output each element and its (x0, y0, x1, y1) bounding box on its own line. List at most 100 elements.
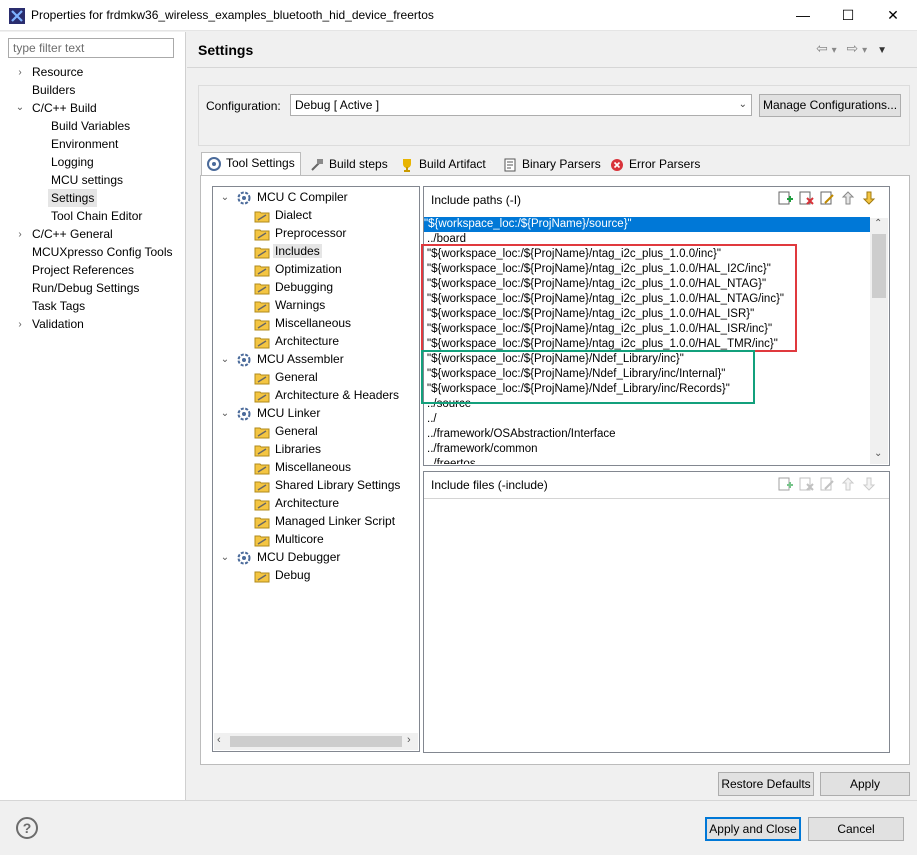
delete-icon[interactable] (798, 476, 814, 492)
nav-item-cpp-general[interactable]: C/C++ General (29, 225, 116, 243)
tree-item-libraries[interactable]: Libraries (254, 440, 323, 458)
tree-item-dialect[interactable]: Dialect (254, 206, 314, 224)
expand-chevron-icon[interactable]: › (14, 229, 26, 241)
scrollbar-thumb[interactable] (230, 736, 402, 747)
expand-chevron-icon[interactable]: › (14, 67, 26, 79)
scroll-right-icon[interactable]: › (407, 734, 411, 746)
scrollbar-thumb[interactable] (872, 234, 886, 298)
tab-build-steps[interactable]: Build steps (305, 154, 393, 175)
nav-item-mcuxpresso-config-tools[interactable]: MCUXpresso Config Tools (29, 243, 176, 261)
manage-configurations-button[interactable]: Manage Configurations... (759, 94, 901, 117)
collapse-chevron-icon[interactable]: ⌄ (14, 102, 26, 114)
edit-icon[interactable] (819, 476, 835, 492)
pane-header-divider (424, 498, 889, 499)
minimize-button[interactable]: — (780, 0, 826, 31)
nav-item-validation[interactable]: Validation (29, 315, 87, 333)
scroll-down-icon[interactable]: ⌄ (874, 448, 882, 459)
add-icon[interactable] (777, 190, 793, 206)
maximize-button[interactable]: ☐ (825, 0, 871, 31)
collapse-chevron-icon[interactable]: ⌄ (219, 192, 231, 204)
close-button[interactable]: ✕ (870, 0, 916, 31)
tree-item-mcu-debugger[interactable]: MCU Debugger (236, 548, 342, 566)
tree-item-architecture-headers[interactable]: Architecture & Headers (254, 386, 401, 404)
nav-item-project-references[interactable]: Project References (29, 261, 137, 279)
configuration-select[interactable]: Debug [ Active ] ⌄ (290, 94, 752, 116)
include-path-item[interactable]: ../framework/common (427, 442, 542, 457)
move-down-icon[interactable] (861, 190, 877, 206)
tree-item-miscellaneous[interactable]: Miscellaneous (254, 314, 353, 332)
tree-item-mcu-c-compiler[interactable]: MCU C Compiler (236, 188, 350, 206)
tree-item-debugging[interactable]: Debugging (254, 278, 335, 296)
apply-button[interactable]: Apply (820, 772, 910, 796)
tree-item-architecture[interactable]: Architecture (254, 332, 341, 350)
nav-item-environment[interactable]: Environment (48, 135, 121, 153)
help-icon[interactable]: ? (16, 817, 38, 839)
move-up-icon[interactable] (840, 476, 856, 492)
tree-item-optimization[interactable]: Optimization (254, 260, 344, 278)
nav-item-settings[interactable]: Settings (48, 189, 98, 207)
apply-and-close-button[interactable]: Apply and Close (705, 817, 801, 841)
back-arrow-icon[interactable]: ⇦ (816, 40, 828, 56)
tree-item-miscellaneous[interactable]: Miscellaneous (254, 458, 353, 476)
include-files-pane[interactable] (423, 471, 890, 753)
nav-item-builders[interactable]: Builders (29, 81, 78, 99)
filter-input[interactable] (8, 38, 174, 58)
chevron-down-icon: ⌄ (738, 99, 747, 110)
expand-chevron-icon[interactable]: › (14, 319, 26, 331)
tab-error-parsers[interactable]: Error Parsers (605, 154, 701, 175)
nav-item-task-tags[interactable]: Task Tags (29, 297, 88, 315)
tree-item-warnings[interactable]: Warnings (254, 296, 327, 314)
collapse-chevron-icon[interactable]: ⌄ (219, 408, 231, 420)
gear-icon (237, 191, 251, 205)
nav-item-resource[interactable]: Resource (29, 63, 86, 81)
collapse-chevron-icon[interactable]: ⌄ (219, 552, 231, 564)
tree-item-managed-linker-script[interactable]: Managed Linker Script (254, 512, 397, 530)
edit-icon[interactable] (819, 190, 835, 206)
tab-binary-parsers[interactable]: Binary Parsers (498, 154, 602, 175)
folder-options-icon (254, 499, 270, 511)
include-path-item[interactable]: "${workspace_loc:/${ProjName}/source}" (424, 217, 870, 232)
folder-options-icon (254, 535, 270, 547)
folder-options-icon (254, 337, 270, 349)
nav-item-run-debug-settings[interactable]: Run/Debug Settings (29, 279, 142, 297)
tab-build-artifact[interactable]: Build Artifact (395, 154, 495, 175)
tree-item-preprocessor[interactable]: Preprocessor (254, 224, 348, 242)
view-menu-icon[interactable]: ▼ (877, 45, 887, 56)
tree-item-debug[interactable]: Debug (254, 566, 312, 584)
scroll-left-icon[interactable]: ‹ (217, 734, 221, 746)
include-path-item[interactable]: ../freertos (427, 457, 480, 464)
cancel-button[interactable]: Cancel (808, 817, 904, 841)
include-path-item[interactable]: ../framework/OSAbstraction/Interface (427, 427, 620, 442)
nav-item-cpp-build[interactable]: C/C++ Build (29, 99, 100, 117)
tab-label: Tool Settings (226, 156, 295, 170)
nav-item-tool-chain-editor[interactable]: Tool Chain Editor (48, 207, 145, 225)
back-dropdown-icon[interactable]: ▾ (832, 45, 837, 56)
add-icon[interactable] (777, 476, 793, 492)
nav-item-logging[interactable]: Logging (48, 153, 97, 171)
tree-item-mcu-assembler[interactable]: MCU Assembler (236, 350, 346, 368)
restore-defaults-button[interactable]: Restore Defaults (718, 772, 814, 796)
tree-horizontal-scrollbar[interactable]: ‹ › (214, 733, 418, 750)
nav-item-build-variables[interactable]: Build Variables (48, 117, 133, 135)
scroll-up-icon[interactable]: ⌃ (874, 218, 882, 229)
tree-item-multicore[interactable]: Multicore (254, 530, 326, 548)
delete-icon[interactable] (798, 190, 814, 206)
collapse-chevron-icon[interactable]: ⌄ (219, 354, 231, 366)
move-up-icon[interactable] (840, 190, 856, 206)
forward-arrow-icon[interactable]: ⇨ (847, 40, 859, 56)
tab-label: Build steps (329, 157, 388, 171)
include-path-item[interactable]: ../ (427, 412, 441, 427)
tree-item-general[interactable]: General (254, 422, 320, 440)
tree-item-shared-library-settings[interactable]: Shared Library Settings (254, 476, 402, 494)
tree-item-architecture[interactable]: Architecture (254, 494, 341, 512)
highlight-box-red (421, 244, 797, 352)
tree-item-mcu-linker[interactable]: MCU Linker (236, 404, 322, 422)
tree-item-general[interactable]: General (254, 368, 320, 386)
tree-item-includes[interactable]: Includes (254, 242, 322, 260)
tab-tool-settings[interactable]: Tool Settings (201, 152, 301, 176)
include-files-title: Include files (-include) (431, 478, 548, 492)
trophy-icon (403, 158, 411, 172)
forward-dropdown-icon[interactable]: ▾ (862, 45, 867, 56)
move-down-icon[interactable] (861, 476, 877, 492)
nav-item-mcu-settings[interactable]: MCU settings (48, 171, 126, 189)
